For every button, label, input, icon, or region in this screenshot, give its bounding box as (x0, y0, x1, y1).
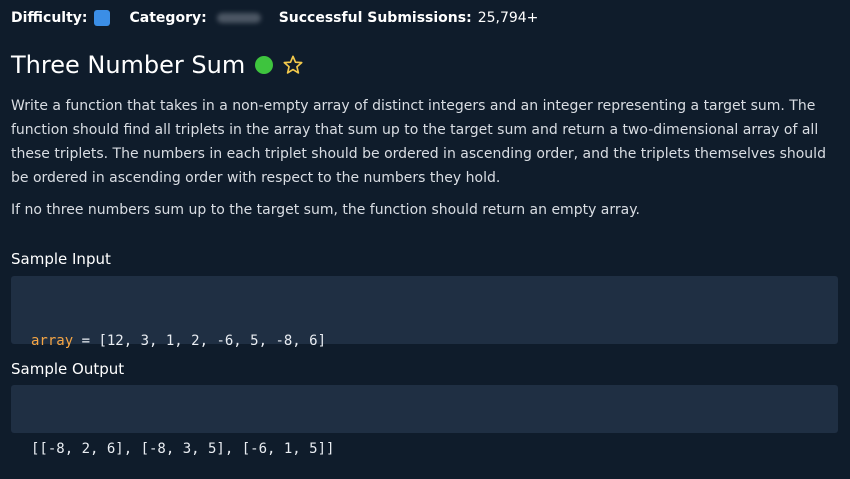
difficulty-badge (93, 10, 110, 26)
sample-input-code-box: array = [12, 3, 1, 2, -6, 5, -8, 6] targ… (11, 276, 838, 409)
page-title: Three Number Sum (11, 51, 246, 79)
array-variable: array (31, 333, 74, 349)
sample-input-heading: Sample Input (11, 250, 111, 268)
sample-output-value: [[-8, 2, 6], [-8, 3, 5], [-6, 1, 5]] (31, 441, 335, 457)
completion-status-dot (255, 56, 274, 74)
problem-description: Write a function that takes in a non-emp… (11, 98, 826, 186)
sample-output-heading: Sample Output (11, 360, 125, 378)
star-outline-icon[interactable] (282, 54, 304, 76)
array-value: = [12, 3, 1, 2, -6, 5, -8, 6] (73, 333, 327, 349)
problem-note: If no three numbers sum up to the target… (11, 202, 640, 218)
category-label: Category: (129, 10, 207, 26)
sample-input-line-array: array = [12, 3, 1, 2, -6, 5, -8, 6] (31, 331, 838, 351)
problem-meta-bar: Difficulty: Category: Successful Submiss… (11, 8, 538, 28)
category-value-redacted (216, 13, 261, 23)
submissions-count: 25,794+ (477, 10, 539, 26)
sample-output-code-box: [[-8, 2, 6], [-8, 3, 5], [-6, 1, 5]] (11, 385, 838, 457)
submissions-label: Successful Submissions: (278, 10, 472, 26)
title-row: Three Number Sum (11, 48, 304, 82)
difficulty-label: Difficulty: (11, 10, 88, 26)
